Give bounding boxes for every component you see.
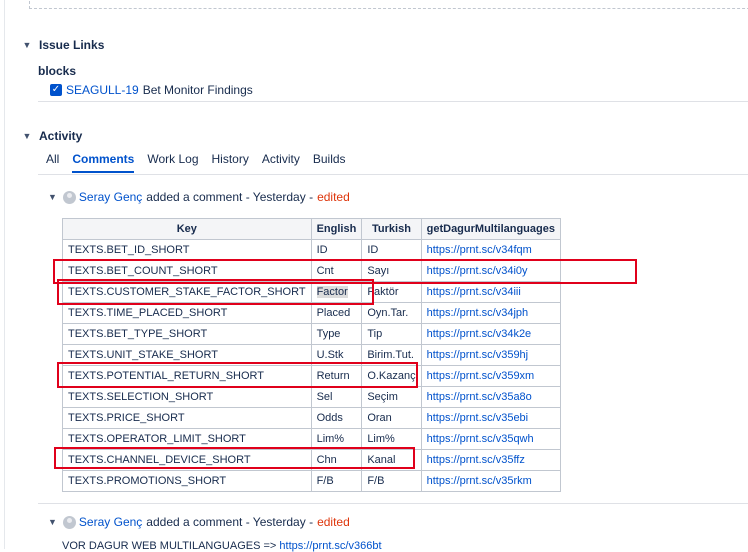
issue-links-title: Issue Links [39, 38, 105, 52]
attachment-dropzone [29, 0, 748, 9]
column-header: Key [62, 218, 312, 240]
english-cell: Placed [310, 302, 363, 324]
chevron-down-icon[interactable]: ▼ [48, 192, 57, 202]
divider [38, 101, 748, 102]
key-cell: TEXTS.PROMOTIONS_SHORT [62, 470, 312, 492]
tab-history[interactable]: History [212, 152, 249, 173]
user-avatar-icon[interactable] [62, 190, 76, 204]
user-avatar-icon[interactable] [62, 515, 76, 529]
turkish-cell: Oran [361, 407, 422, 429]
comment-meta: added a comment - Yesterday - [146, 190, 314, 204]
comment-divider [38, 503, 748, 504]
annotation-box [54, 447, 415, 469]
tabs-divider [38, 174, 748, 175]
tab-activity[interactable]: Activity [262, 152, 300, 173]
activity-header[interactable]: ▼ Activity [22, 129, 83, 143]
comment-body: VOR DAGUR WEB MULTILANGUAGES => https://… [62, 540, 382, 552]
table-row: TEXTS.TIME_PLACED_SHORT Placed Oyn.Tar. … [62, 302, 561, 324]
checkbox-checked-icon[interactable]: ✓ [50, 84, 62, 96]
comment-author[interactable]: Seray Genç [79, 190, 142, 204]
comment-meta: added a comment - Yesterday - [146, 515, 314, 529]
column-header: English [310, 218, 363, 240]
english-cell: F/B [310, 470, 363, 492]
screenshot-link[interactable]: https://prnt.sc/v359hj [420, 344, 561, 366]
screenshot-link[interactable]: https://prnt.sc/v359xm [420, 365, 561, 387]
turkish-cell: ID [361, 239, 422, 261]
activity-tabs: All Comments Work Log History Activity B… [46, 152, 359, 173]
english-cell: Sel [310, 386, 363, 408]
key-cell: TEXTS.TIME_PLACED_SHORT [62, 302, 312, 324]
english-cell: Type [310, 323, 363, 345]
table-header-row: Key English Turkish getDagurMultilanguag… [62, 218, 561, 240]
tab-builds[interactable]: Builds [313, 152, 346, 173]
turkish-cell: Tip [361, 323, 422, 345]
comment-author[interactable]: Seray Genç [79, 515, 142, 529]
chevron-down-icon[interactable]: ▼ [22, 131, 32, 141]
issue-link-summary: Bet Monitor Findings [142, 83, 253, 97]
comment-header: ▼ Seray Genç added a comment - Yesterday… [48, 190, 350, 204]
annotation-box [57, 362, 418, 388]
chevron-down-icon[interactable]: ▼ [22, 40, 32, 50]
activity-title: Activity [39, 129, 83, 143]
key-cell: TEXTS.SELECTION_SHORT [62, 386, 312, 408]
screenshot-link[interactable]: https://prnt.sc/v35qwh [420, 428, 561, 450]
table-row: TEXTS.PRICE_SHORT Odds Oran https://prnt… [62, 407, 561, 429]
tab-all[interactable]: All [46, 152, 59, 173]
issue-links-header[interactable]: ▼ Issue Links [22, 38, 105, 52]
turkish-cell: F/B [361, 470, 422, 492]
comment-body-text: VOR DAGUR WEB MULTILANGUAGES => [62, 540, 277, 552]
tab-work-log[interactable]: Work Log [147, 152, 198, 173]
chevron-down-icon[interactable]: ▼ [48, 517, 57, 527]
edited-label[interactable]: edited [317, 515, 350, 529]
key-cell: TEXTS.PRICE_SHORT [62, 407, 312, 429]
screenshot-link[interactable]: https://prnt.sc/v35ffz [420, 449, 561, 471]
screenshot-link[interactable]: https://prnt.sc/v34iii [420, 281, 561, 303]
table-row: TEXTS.BET_ID_SHORT ID ID https://prnt.sc… [62, 239, 561, 261]
screenshot-link[interactable]: https://prnt.sc/v34k2e [420, 323, 561, 345]
issue-link-item: ✓ SEAGULL-19 Bet Monitor Findings [50, 83, 253, 97]
english-cell: Odds [310, 407, 363, 429]
key-cell: TEXTS.BET_ID_SHORT [62, 239, 312, 261]
left-border [4, 0, 5, 549]
screenshot-link[interactable]: https://prnt.sc/v35rkm [420, 470, 561, 492]
english-cell: ID [310, 239, 363, 261]
comment-body-link[interactable]: https://prnt.sc/v366bt [279, 540, 381, 552]
screenshot-link[interactable]: https://prnt.sc/v34fqm [420, 239, 561, 261]
tab-comments[interactable]: Comments [72, 152, 135, 173]
turkish-cell: Oyn.Tar. [361, 302, 422, 324]
table-row: TEXTS.BET_TYPE_SHORT Type Tip https://pr… [62, 323, 561, 345]
turkish-cell: Seçim [361, 386, 422, 408]
table-row: TEXTS.PROMOTIONS_SHORT F/B F/B https://p… [62, 470, 561, 492]
column-header: getDagurMultilanguages [420, 218, 561, 240]
link-relation-label: blocks [38, 64, 77, 78]
annotation-box [57, 279, 374, 305]
screenshot-link[interactable]: https://prnt.sc/v35a8o [420, 386, 561, 408]
screenshot-link[interactable]: https://prnt.sc/v35ebi [420, 407, 561, 429]
key-cell: TEXTS.BET_TYPE_SHORT [62, 323, 312, 345]
column-header: Turkish [361, 218, 422, 240]
comment-header: ▼ Seray Genç added a comment - Yesterday… [48, 515, 350, 529]
edited-label[interactable]: edited [317, 190, 350, 204]
screenshot-link[interactable]: https://prnt.sc/v34jph [420, 302, 561, 324]
table-row: TEXTS.SELECTION_SHORT Sel Seçim https://… [62, 386, 561, 408]
issue-link-key[interactable]: SEAGULL-19 [66, 83, 139, 97]
